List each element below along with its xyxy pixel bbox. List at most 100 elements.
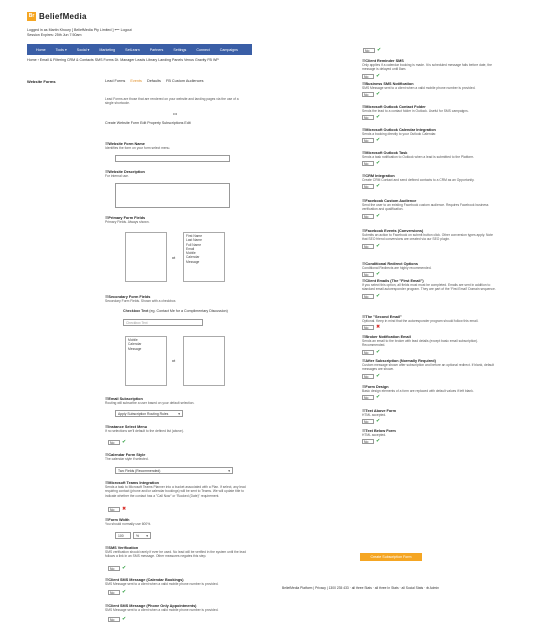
brand-name[interactable]: BeliefMedia [39,12,87,21]
form-name-input[interactable] [115,155,230,162]
chevron-down-icon: ▾ [146,533,148,538]
yes-no-select[interactable]: No [362,73,374,79]
tab-fb-audiences[interactable]: FB Custom Audiences [166,79,204,83]
check-icon: ✔ [122,616,127,622]
teams-desc: Sends a task to Microsoft Teams Planner … [105,485,246,498]
setting-item: Text Above FormHTML accepted.No✔ [362,408,497,425]
yes-no-select[interactable]: No [108,566,120,571]
check-icon: ✔ [122,565,127,571]
setting-desc: Send the user to an existing Facebook cu… [362,203,489,212]
description-textarea[interactable] [115,183,230,208]
subscription-select[interactable]: Apply Subscription Routing Rules ▾ [115,410,183,417]
yes-no-select[interactable]: No [362,293,374,299]
yes-no-select[interactable]: No [108,590,120,595]
yes-no-select[interactable]: No [362,161,374,167]
session-user: Logged in as Martin Khoury [ BeliefMedia… [27,28,132,32]
setting-toggle: No ✔ [362,184,497,190]
yes-no-select[interactable]: No [362,243,374,249]
setting-desc: Sends an email to the broker with lead d… [362,339,479,348]
setting-toggle: No ✔ [362,115,497,121]
list-item[interactable]: Message [128,347,164,351]
form-actions[interactable]: Create Website Form Edit Property Subscr… [105,121,191,125]
nav-partners[interactable]: Partners [145,48,169,52]
yes-no-select[interactable]: No [362,325,374,331]
tab-defaults[interactable]: Defaults [147,79,161,83]
check-icon: ✔ [122,589,127,595]
setting-desc: Conditional Redirects are highly recomme… [362,266,432,270]
form-width-unit[interactable]: % ▾ [133,532,151,539]
nav-social[interactable]: Social ▾ [72,48,95,52]
breadcrumb[interactable]: Home › Email & Filtering CRM & Contacts … [27,58,219,62]
nav-settings[interactable]: Settings [168,48,191,52]
create-form-button[interactable]: Create Subscription Form [360,553,422,561]
primary-available-list[interactable] [125,232,167,282]
secondary-fields-desc: Secondary Form Fields. Shown with a chec… [105,299,177,303]
yes-no-select[interactable]: No [108,507,120,512]
setting-toggle: No ✔ [362,395,497,401]
list-item[interactable]: Message [186,260,222,264]
setting-item: Conditional Redirect OptionsConditional … [362,261,497,278]
yes-no-select[interactable]: No [362,419,374,425]
form-width-input[interactable]: 100 [115,532,131,539]
checkbox-text-title: Checkbox Text [123,309,149,313]
calendar-style-select[interactable]: Two Fields (Recommended) ▾ [115,467,233,474]
main-nav: Home Tools ▾ Social ▾ Marketing SetLearn… [27,44,252,55]
primary-selected-list[interactable]: First Name Last Name Full Name Email Mob… [183,232,225,282]
yes-no-select[interactable]: No [363,48,375,53]
teams-toggle: No ✖ [108,507,126,512]
nav-marketing[interactable]: Marketing [94,48,120,52]
setting-item: Microsoft Outlook Contact FolderSends th… [362,104,497,121]
yes-no-select[interactable]: No [362,115,374,121]
subscription-value: Apply Subscription Routing Rules [118,411,169,416]
top-toggle: No ✔ [363,48,381,53]
checkbox-text-example: (eg. Contact Me for a Complimentary Disc… [149,309,228,313]
yes-no-select[interactable]: No [362,349,374,355]
yes-no-select[interactable]: No [362,92,374,98]
setting-desc: Optional. Keep in mind that the autoresp… [362,319,479,323]
yes-no-select[interactable]: No [362,395,374,401]
nav-home[interactable]: Home [31,48,51,52]
footer[interactable]: BeliefMedia Platform | Privacy | 1300 23… [282,586,439,590]
setting-desc: Sends the lead to a contact folder in Ou… [362,109,469,113]
nav-connect[interactable]: Connect [191,48,214,52]
cross-icon: ✖ [122,506,127,512]
setting-item: Facebook Custom AudienceSend the user to… [362,198,497,219]
yes-no-select[interactable]: No [362,213,374,219]
setting-item: After Subscription (Normally Required)Cu… [362,358,497,379]
instance-menu-toggle: No ✔ [108,440,126,445]
setting-item: Client Reminder SMSOnly applies if a cal… [362,58,497,79]
checkbox-text-input[interactable]: Checkbox Text [123,319,203,326]
nav-tools[interactable]: Tools ▾ [51,48,72,52]
yes-no-select[interactable]: No [362,439,374,445]
sms-verification-toggle: No ✔ [108,566,126,571]
yes-no-select[interactable]: No [108,440,120,445]
yes-no-select[interactable]: No [362,373,374,379]
secondary-selected-list[interactable]: Mobile Calendar Message [125,336,167,386]
check-icon: ✔ [376,438,381,445]
tab-events[interactable]: Events [130,79,142,83]
setting-toggle: No ✔ [362,138,497,144]
setting-desc: Only applies if a calendar booking is ma… [362,63,492,72]
yes-no-select[interactable]: No [362,184,374,190]
setting-item: Text Below FormHTML accepted.No✔ [362,428,497,445]
yes-no-select[interactable]: No [108,617,120,622]
setting-desc: Create CRM Contact and send defined cont… [362,178,475,182]
setting-desc: Submits an action to Facebook on submit … [362,233,493,242]
setting-toggle: No ✔ [362,161,497,167]
setting-item: Form DesignBasic design elements of a fo… [362,384,497,401]
secondary-available-list[interactable] [183,336,225,386]
check-icon: ✔ [376,348,381,355]
yes-no-select[interactable]: No [362,138,374,144]
brand-logo[interactable]: Br [27,12,36,21]
move-arrows-icon[interactable]: ⇄ [172,358,175,363]
tab-lead-forms[interactable]: Lead Forms [105,79,125,83]
nav-setlearn[interactable]: SetLearn [120,48,145,52]
yes-no-select[interactable]: No [362,272,374,278]
move-arrows-icon[interactable]: ⇄ [172,255,175,260]
unit-value: % [136,533,140,538]
setting-toggle: No ✔ [362,438,497,445]
setting-item: Client Emails (The "First Email")If you … [362,278,497,299]
check-icon: ✔ [122,439,127,445]
session-expiry: Session Expires: 25th Jun 7:50am [27,33,82,37]
nav-campaigns[interactable]: Campaigns [215,48,243,52]
